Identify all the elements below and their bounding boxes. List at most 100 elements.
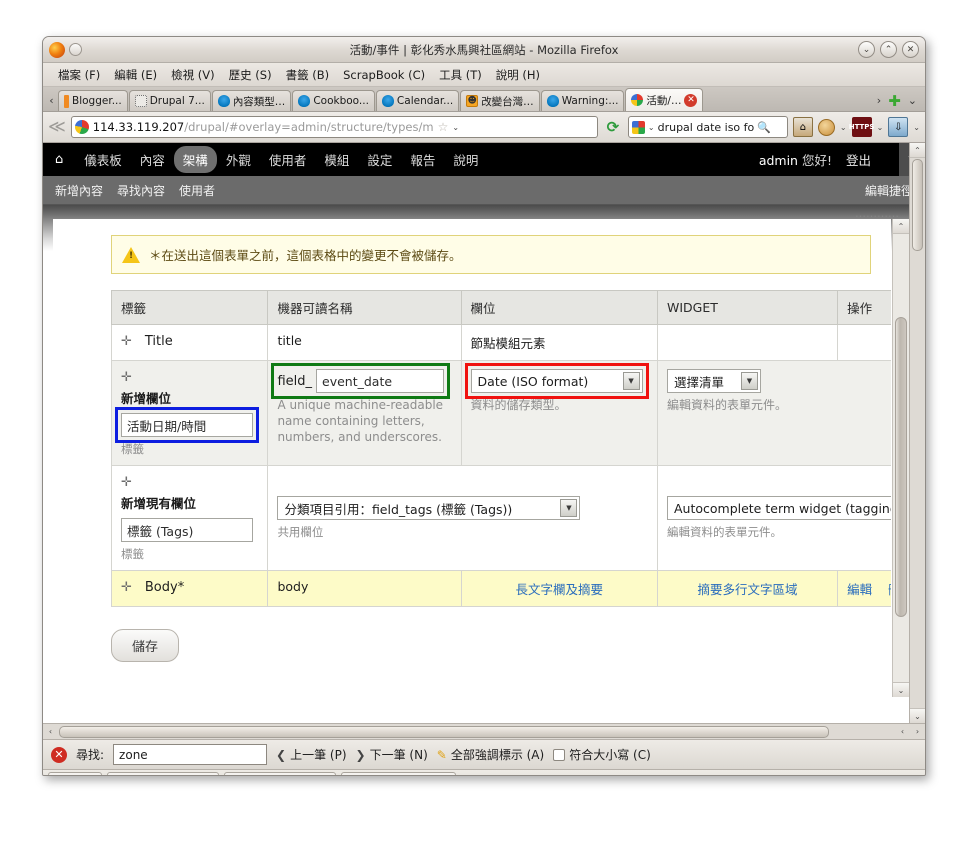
toolbar-link-dashboard[interactable]: 儀表板 [75, 146, 131, 173]
menu-help[interactable]: 說明 (H) [489, 65, 547, 85]
toolbar-link-people[interactable]: 使用者 [260, 146, 316, 173]
toolbar-link-reports[interactable]: 報告 [401, 146, 444, 173]
match-case-checkbox[interactable]: 符合大小寫 (C) [553, 746, 651, 763]
monkey-dropdown-icon[interactable]: ⌄ [840, 123, 847, 132]
drag-handle-icon[interactable]: ✛ [121, 335, 132, 348]
column-header-operations[interactable]: 操作 [837, 290, 891, 325]
find-input[interactable] [113, 744, 268, 765]
home-icon[interactable]: ⌂ [792, 117, 813, 137]
new-field-label-input[interactable] [121, 413, 253, 437]
edit-shortcuts-link[interactable]: 編輯捷徑 [865, 182, 913, 199]
column-header-field[interactable]: 欄位 [460, 290, 658, 325]
chevron-down-icon[interactable]: ▼ [622, 372, 640, 390]
toolbar-link-content[interactable]: 內容 [131, 146, 174, 173]
existing-field-select[interactable]: 分類項目引用：field_tags (標籤 (Tags)) ▼ [277, 496, 581, 520]
downloads-toggle[interactable]: 下載 [48, 771, 102, 775]
download-item-rpm[interactable]: rpmfusion-fre... [224, 771, 336, 775]
field-type-select[interactable]: Date (ISO format) ▼ [470, 369, 643, 393]
close-icon[interactable]: ✕ [51, 746, 67, 763]
new-tab-button[interactable]: ✚ [888, 93, 901, 108]
toolbar-link-modules[interactable]: 模組 [315, 146, 358, 173]
chevron-down-icon[interactable]: ▼ [560, 499, 578, 517]
toolbar-link-help[interactable]: 說明 [444, 146, 487, 173]
https-everywhere-icon[interactable]: HTTPS [849, 117, 874, 137]
tab-cookbook[interactable]: Cookboo... [292, 90, 375, 111]
back-forward-icon[interactable]: ≪ [48, 117, 66, 137]
drag-handle-icon[interactable]: ✛ [121, 476, 132, 489]
body-edit-link[interactable]: 編輯 [847, 582, 872, 597]
toolbar-link-configuration[interactable]: 設定 [358, 146, 401, 173]
tab-scroll-right-icon[interactable]: › [877, 94, 881, 107]
close-button[interactable]: ✕ [902, 41, 919, 58]
page-scrollbar-thumb[interactable] [912, 159, 923, 251]
binoculars-icon[interactable]: 🔍 [757, 121, 771, 134]
search-engine-dropdown-icon[interactable]: ⌄ [648, 123, 655, 132]
shortcut-find-content[interactable]: 尋找內容 [117, 182, 165, 199]
tab-events-active[interactable]: 活動/… ✕ [625, 88, 704, 111]
find-previous-button[interactable]: ❮ 上一筆 (P) [276, 746, 346, 763]
drag-handle-icon[interactable]: ✛ [121, 581, 132, 594]
titlebar-menu-dot-icon[interactable] [69, 43, 82, 56]
google-search-engine-icon[interactable] [631, 120, 645, 134]
shortcut-add-content[interactable]: 新增內容 [55, 182, 103, 199]
column-header-machine-name[interactable]: 機器可讀名稱 [267, 290, 462, 325]
download-item-zip[interactable]: a.zip [107, 771, 219, 775]
scroll-up-arrow-icon[interactable]: ⌃ [893, 219, 909, 234]
menu-edit[interactable]: 編輯 (E) [107, 65, 164, 85]
tab-close-icon[interactable]: ✕ [684, 93, 698, 107]
url-dropdown-icon[interactable]: ⌄ [452, 123, 459, 132]
bookmark-star-icon[interactable]: ☆ [438, 120, 449, 134]
menu-view[interactable]: 檢視 (V) [164, 65, 222, 85]
drupal-home-icon[interactable]: ⌂ [55, 152, 63, 167]
page-scroll-up-icon[interactable]: ⌃ [910, 143, 925, 158]
tab-content-types[interactable]: 內容類型… [211, 90, 292, 111]
overlay-vertical-scrollbar[interactable]: ⌃ ⌄ [892, 219, 909, 697]
menu-file[interactable]: 檔案 (F) [51, 65, 107, 85]
checkbox-icon[interactable] [553, 748, 566, 761]
clear-downloads-button[interactable]: 清除 [895, 775, 920, 776]
search-bar[interactable]: ⌄ drupal date iso fo 🔍 [627, 116, 788, 138]
page-scroll-down-icon[interactable]: ⌄ [910, 708, 925, 723]
list-all-tabs-icon[interactable]: ⌄ [908, 94, 917, 107]
toolbar-link-appearance[interactable]: 外觀 [217, 146, 260, 173]
minimize-button[interactable]: ⌄ [858, 41, 875, 58]
save-button[interactable]: 儲存 [111, 629, 180, 662]
page-vertical-scrollbar[interactable]: ⌃ ⌄ [909, 143, 925, 723]
toolbar-logout-link[interactable]: 登出 [846, 150, 871, 169]
existing-widget-select[interactable]: Autocomplete term widget (tagging) ▼ [666, 496, 891, 520]
find-next-button[interactable]: ❯ 下一筆 (N) [356, 746, 428, 763]
tab-drupal7[interactable]: Drupal 7... [128, 90, 211, 111]
hscroll-left-end-icon[interactable]: ‹ [895, 727, 910, 736]
scroll-down-arrow-icon[interactable]: ⌄ [893, 682, 909, 697]
hscroll-left-icon[interactable]: ‹ [43, 727, 58, 736]
hscroll-right-icon[interactable]: › [910, 727, 925, 736]
tab-scroll-left-icon[interactable]: ‹ [45, 94, 58, 111]
maximize-button[interactable]: ⌃ [880, 41, 897, 58]
column-header-widget[interactable]: WIDGET [656, 290, 839, 325]
monkey-icon[interactable] [817, 118, 835, 136]
page-horizontal-scrollbar[interactable]: ‹ ‹ › [43, 723, 925, 739]
highlight-all-button[interactable]: ✎ 全部強調標示 (A) [437, 746, 544, 763]
download-item-doc[interactable]: 101-1 資訊學院… [341, 771, 457, 775]
body-widget-link[interactable]: 摘要多行文字區域 [698, 582, 798, 597]
body-field-type-link[interactable]: 長文字欄及摘要 [515, 582, 603, 597]
chevron-down-icon[interactable]: ▼ [740, 372, 758, 390]
reload-button[interactable]: ⟳ [603, 118, 623, 136]
shortcut-people[interactable]: 使用者 [179, 182, 215, 199]
hscroll-thumb[interactable] [59, 725, 829, 738]
drag-handle-icon[interactable]: ✛ [121, 371, 132, 384]
column-header-label[interactable]: 標籤 [110, 290, 269, 325]
existing-field-label-input[interactable] [121, 518, 253, 542]
tab-calendar[interactable]: Calendar... [375, 90, 460, 111]
menu-bookmarks[interactable]: 書籤 (B) [279, 65, 337, 85]
downthemall-icon[interactable]: ⇩ [888, 117, 909, 137]
tab-blogger[interactable]: Blogger... [58, 90, 128, 111]
downthemall-dropdown-icon[interactable]: ⌄ [913, 123, 920, 132]
tab-warning[interactable]: Warning:... [540, 90, 625, 111]
https-dropdown-icon[interactable]: ⌄ [877, 123, 884, 132]
menu-tools[interactable]: 工具 (T) [432, 65, 489, 85]
machine-name-input[interactable] [316, 369, 444, 393]
body-delete-link[interactable]: 刪除 [888, 582, 891, 597]
menu-history[interactable]: 歷史 (S) [222, 65, 279, 85]
widget-select[interactable]: 選擇清單 ▼ [666, 369, 761, 393]
